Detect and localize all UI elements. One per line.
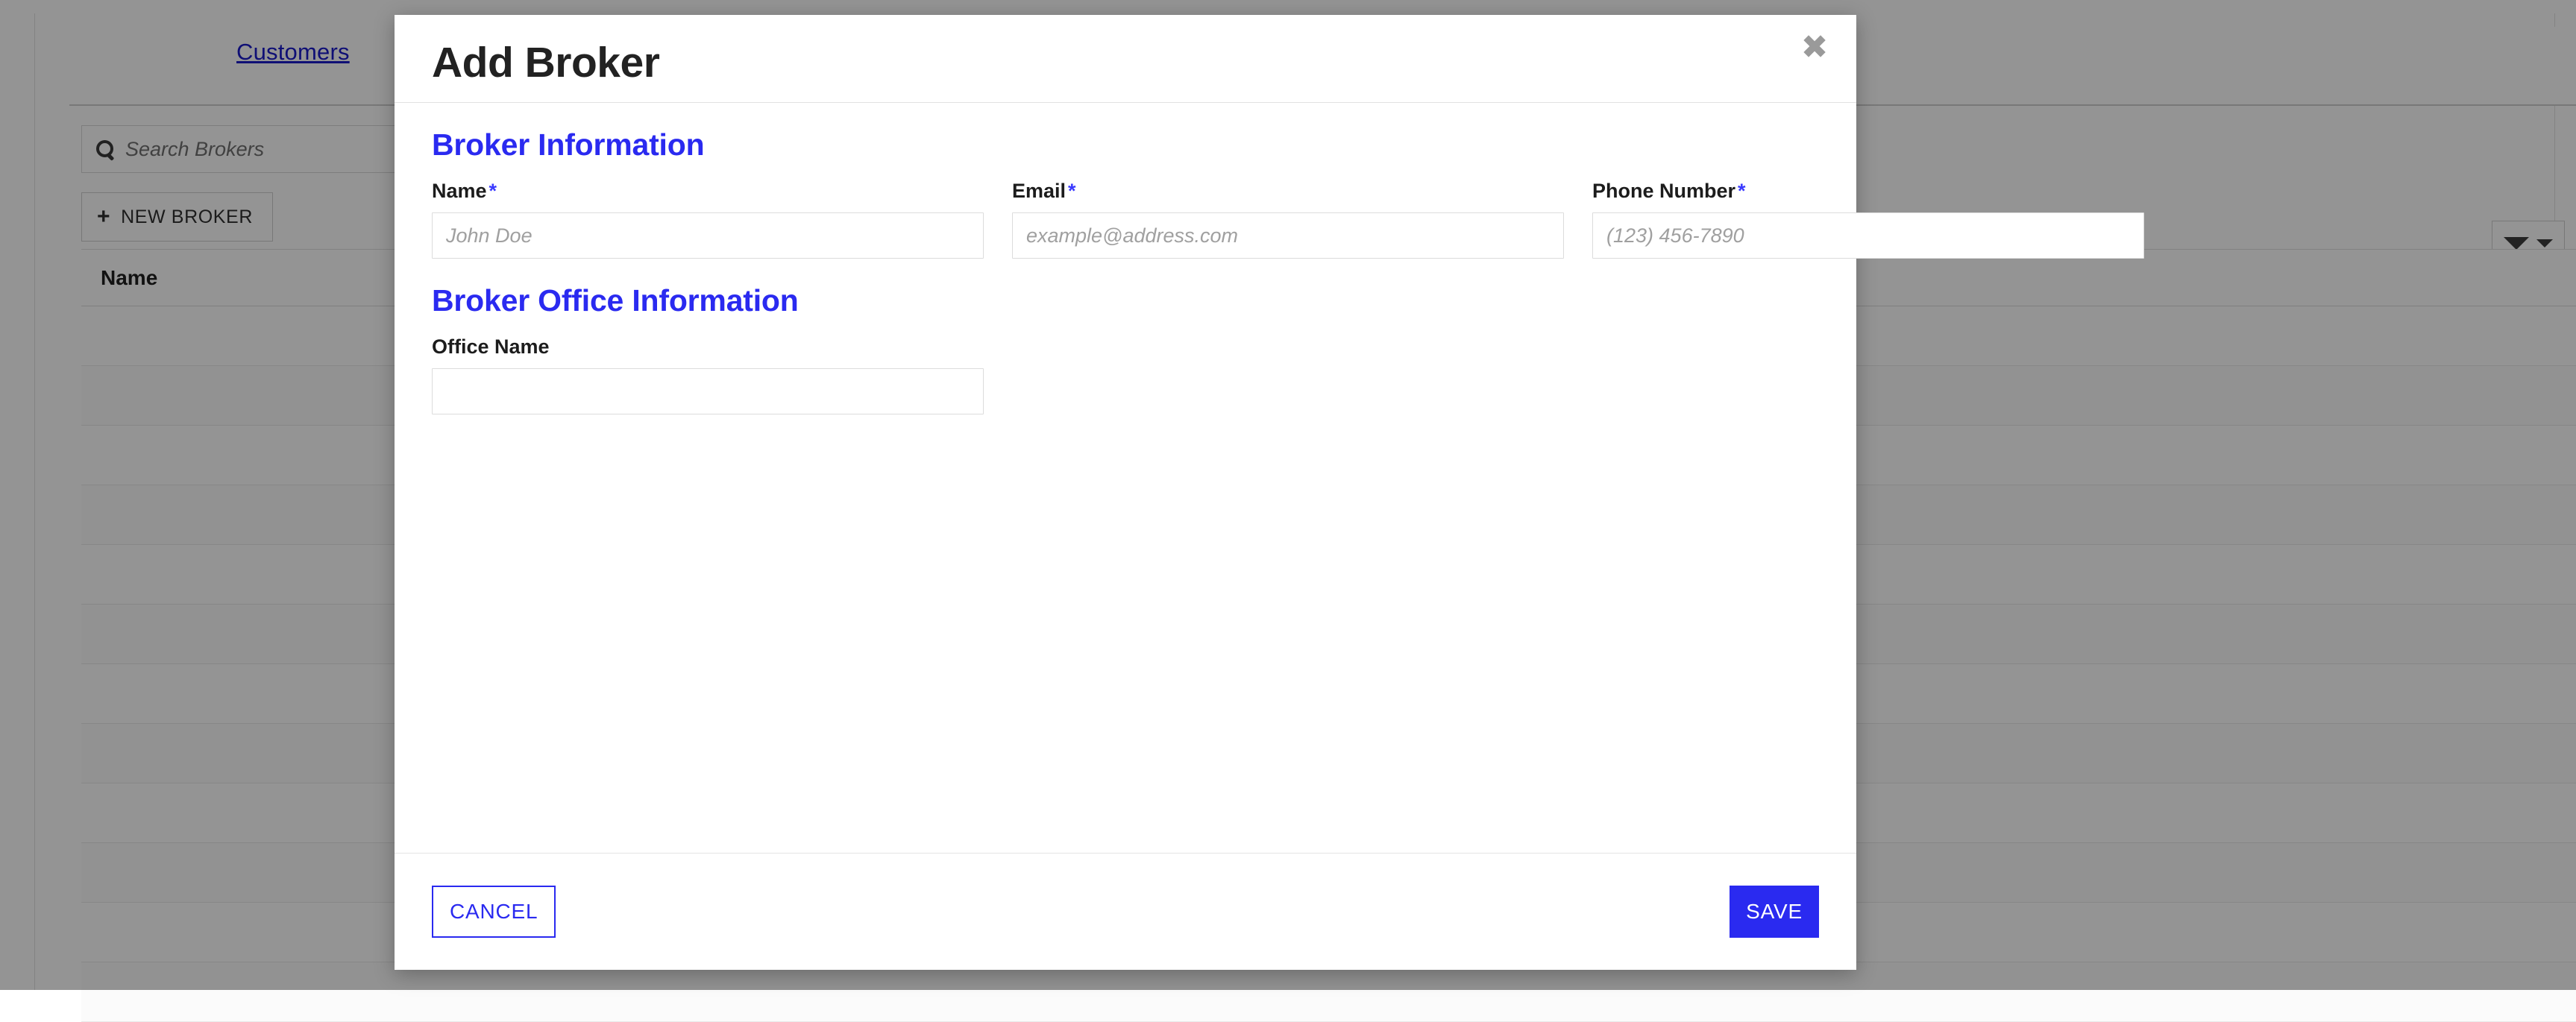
label-text: Email [1012, 180, 1066, 202]
office-name-input[interactable] [432, 368, 984, 414]
dialog-body: Broker Information Name* Email* Phone Nu… [395, 103, 1856, 853]
field-label-email: Email* [1012, 180, 1564, 203]
field-phone-number: Phone Number* [1592, 180, 2144, 259]
section-heading-broker-office-information: Broker Office Information [432, 284, 1819, 318]
field-office-name: Office Name [432, 335, 984, 414]
field-label-name: Name* [432, 180, 984, 203]
cancel-button[interactable]: CANCEL [432, 886, 556, 938]
name-input[interactable] [432, 212, 984, 259]
required-asterisk: * [1738, 180, 1746, 202]
save-button[interactable]: SAVE [1730, 886, 1819, 938]
label-text: Name [432, 180, 487, 202]
required-asterisk: * [489, 180, 497, 202]
dialog-header: Add Broker ✖ [395, 15, 1856, 103]
field-email: Email* [1012, 180, 1564, 259]
broker-information-fields: Name* Email* Phone Number* [432, 180, 1819, 259]
field-name: Name* [432, 180, 984, 259]
email-input[interactable] [1012, 212, 1564, 259]
dialog-footer: CANCEL SAVE [395, 853, 1856, 970]
field-label-phone-number: Phone Number* [1592, 180, 2144, 203]
required-asterisk: * [1068, 180, 1076, 202]
label-text: Phone Number [1592, 180, 1735, 202]
phone-number-input[interactable] [1592, 212, 2144, 259]
close-icon[interactable]: ✖ [1794, 27, 1835, 69]
field-label-office-name: Office Name [432, 335, 984, 359]
dialog-title: Add Broker [432, 42, 659, 84]
section-heading-broker-information: Broker Information [432, 128, 1819, 162]
add-broker-dialog: Add Broker ✖ Broker Information Name* Em… [395, 15, 1856, 970]
